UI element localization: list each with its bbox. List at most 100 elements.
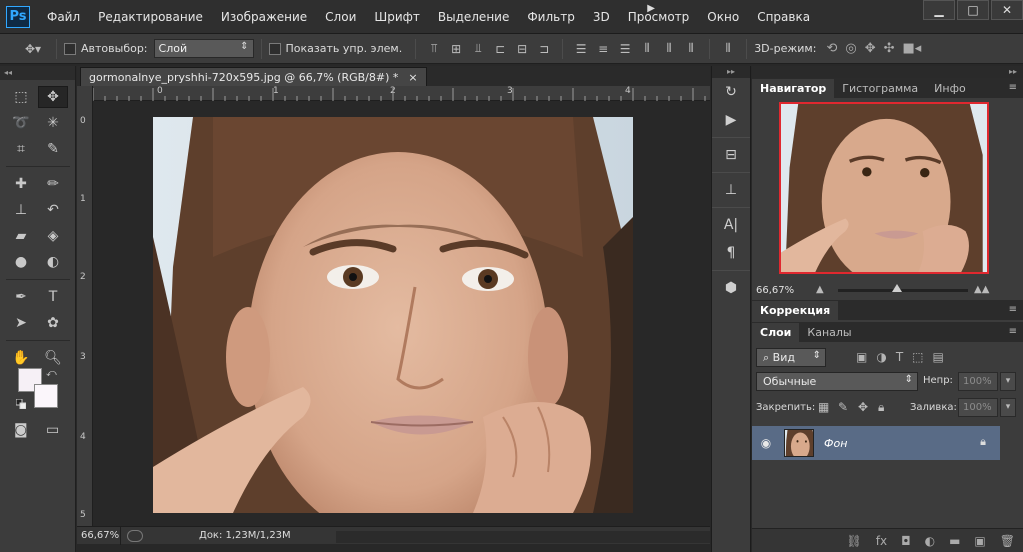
camera-3d-icon[interactable]: ■◂ [903,41,922,56]
move-tool-icon[interactable]: ✥ [38,86,68,108]
dock-collapse-strip[interactable]: ▸▸ [712,66,750,78]
blend-mode-dropdown[interactable]: Обычные [756,372,918,391]
delete-layer-icon[interactable]: 🗑︎ [1000,534,1015,548]
document-tab-close-icon[interactable]: × [408,71,417,84]
filter-type-icon[interactable]: T [896,350,903,364]
history-panel-icon[interactable]: ↻ [712,78,750,106]
adjustments-panel-menu-icon[interactable]: ≡ [1009,304,1017,315]
status-info-icon[interactable] [127,529,143,542]
layer-name[interactable]: Фон [824,437,847,450]
zoom-out-icon[interactable]: ▲ [816,284,824,295]
autoselect-dropdown[interactable]: Слой [153,39,254,58]
link-layers-icon[interactable]: ⛓ [847,534,862,548]
align-vcenter-icon[interactable]: ⊞ [448,41,464,57]
brush-tool-icon[interactable]: ✏ [38,173,68,195]
opacity-dropdown-icon[interactable]: ▾ [1000,372,1016,391]
lock-pixels-icon[interactable]: ✎ [838,400,848,414]
horizontal-scrollbar[interactable] [336,531,710,543]
distribute-bottom-icon[interactable]: ☰ [617,41,633,57]
hand-tool-icon[interactable]: ✋ [6,347,36,369]
healing-brush-icon[interactable]: ✚ [6,173,36,195]
align-hcenter-icon[interactable]: ⊟ [514,41,530,57]
dodge-tool-icon[interactable]: ◐ [38,251,68,273]
maximize-button[interactable]: □ [957,0,989,20]
adjustment-layer-icon[interactable]: ◐ [925,534,935,548]
opacity-field[interactable]: 100% [958,372,998,391]
navigator-preview[interactable] [779,102,989,274]
align-bottom-icon[interactable]: ⫫ [470,41,486,57]
menu-layers[interactable]: Слои [316,0,365,34]
layer-filter-dropdown[interactable]: ⌕ Вид [756,347,826,367]
show-transform-checkbox[interactable] [268,42,281,55]
history-brush-icon[interactable]: ↶ [38,199,68,221]
panel-collapse-strip[interactable]: ▸▸ [752,66,1023,78]
magic-wand-icon[interactable]: ✳ [38,112,68,134]
tab-adjustments[interactable]: Коррекция [752,301,839,320]
distribute-top-icon[interactable]: ☰ [573,41,589,57]
slide-3d-icon[interactable]: ✣ [884,41,895,56]
distribute-vcenter-icon[interactable]: ≡ [595,41,611,57]
menu-file[interactable]: Файл [38,0,89,34]
menu-view[interactable]: Просмотр [619,0,699,34]
marquee-tool-icon[interactable]: ⬚ [6,86,36,108]
blur-tool-icon[interactable]: ● [6,251,36,273]
brush-panel-icon[interactable]: ⊟ [712,141,750,169]
distribute-left-icon[interactable]: ⦀ [639,41,655,57]
quick-mask-icon[interactable]: ◙ [14,422,28,438]
eyedropper-icon[interactable]: ✎ [38,138,68,160]
stamp-tool-icon[interactable]: ⊥ [6,199,36,221]
menu-help[interactable]: Справка [748,0,819,34]
pen-tool-icon[interactable]: ✒ [6,286,36,308]
rotate-3d-icon[interactable]: ⟲ [826,41,837,56]
screen-mode-icon[interactable]: ▭ [46,422,59,438]
menu-image[interactable]: Изображение [212,0,316,34]
align-right-icon[interactable]: ⊐ [536,41,552,57]
lasso-tool-icon[interactable]: ➰ [6,112,36,134]
filter-pixel-icon[interactable]: ▣ [856,350,867,364]
menu-edit[interactable]: Редактирование [89,0,212,34]
background-color-swatch[interactable] [34,384,58,408]
3d-panel-icon[interactable]: ⬢ [712,274,750,302]
auto-align-icon[interactable]: ⫴ [720,41,736,57]
filter-smart-icon[interactable]: ▤ [933,350,944,364]
menu-filter[interactable]: Фильтр [518,0,583,34]
distribute-right-icon[interactable]: ⦀ [683,41,699,57]
zoom-in-icon[interactable]: ▲▲ [974,284,989,295]
move-tool-preset-icon[interactable]: ✥▾ [20,41,46,57]
drag-3d-icon[interactable]: ✥ [865,41,876,56]
menu-type[interactable]: Шрифт [365,0,429,34]
shape-tool-icon[interactable]: ✿ [38,312,68,334]
lock-all-icon[interactable]: 🔒︎ [878,400,884,415]
layer-visibility-eye-icon[interactable]: ◉ [752,436,780,450]
layer-style-icon[interactable]: fx [876,534,887,548]
navigator-zoom-slider[interactable] [838,289,968,292]
layer-mask-icon[interactable]: ◘ [901,534,911,548]
document-canvas[interactable] [93,101,710,526]
tab-navigator[interactable]: Навигатор [752,79,835,98]
navigator-panel-menu-icon[interactable]: ≡ [1009,82,1017,93]
tab-info[interactable]: Инфо [926,79,974,98]
menu-select[interactable]: Выделение [429,0,518,34]
tab-channels[interactable]: Каналы [799,323,859,342]
document-tab[interactable]: gormonalnye_pryshhi-720x595.jpg @ 66,7% … [80,67,427,86]
lock-position-icon[interactable]: ✥ [858,400,868,414]
zoom-tool-icon[interactable]: 🔍︎ [38,347,68,369]
tab-histogram[interactable]: Гистограмма [834,79,926,98]
filter-adjustment-icon[interactable]: ◑ [876,350,886,364]
tab-layers[interactable]: Слои [752,323,800,342]
menu-window[interactable]: Окно [698,0,748,34]
layer-thumbnail[interactable] [784,429,814,457]
new-group-icon[interactable]: ▬ [949,534,960,548]
navigator-zoom-knob[interactable] [892,284,902,292]
path-select-icon[interactable]: ➤ [6,312,36,334]
character-panel-icon[interactable]: A| [712,211,750,239]
toolbar-collapse-icon[interactable]: ◂◂ [0,66,75,80]
layers-panel-menu-icon[interactable]: ≡ [1009,326,1017,337]
clone-source-icon[interactable]: ⊥ [712,176,750,204]
paragraph-panel-icon[interactable]: ¶ [712,239,750,267]
fill-field[interactable]: 100% [958,398,998,417]
autoselect-checkbox[interactable] [64,42,76,55]
zoom-level-field[interactable]: 66,67% [77,526,121,545]
new-layer-icon[interactable]: ▣ [974,534,985,548]
crop-tool-icon[interactable]: ⌗ [6,138,36,160]
